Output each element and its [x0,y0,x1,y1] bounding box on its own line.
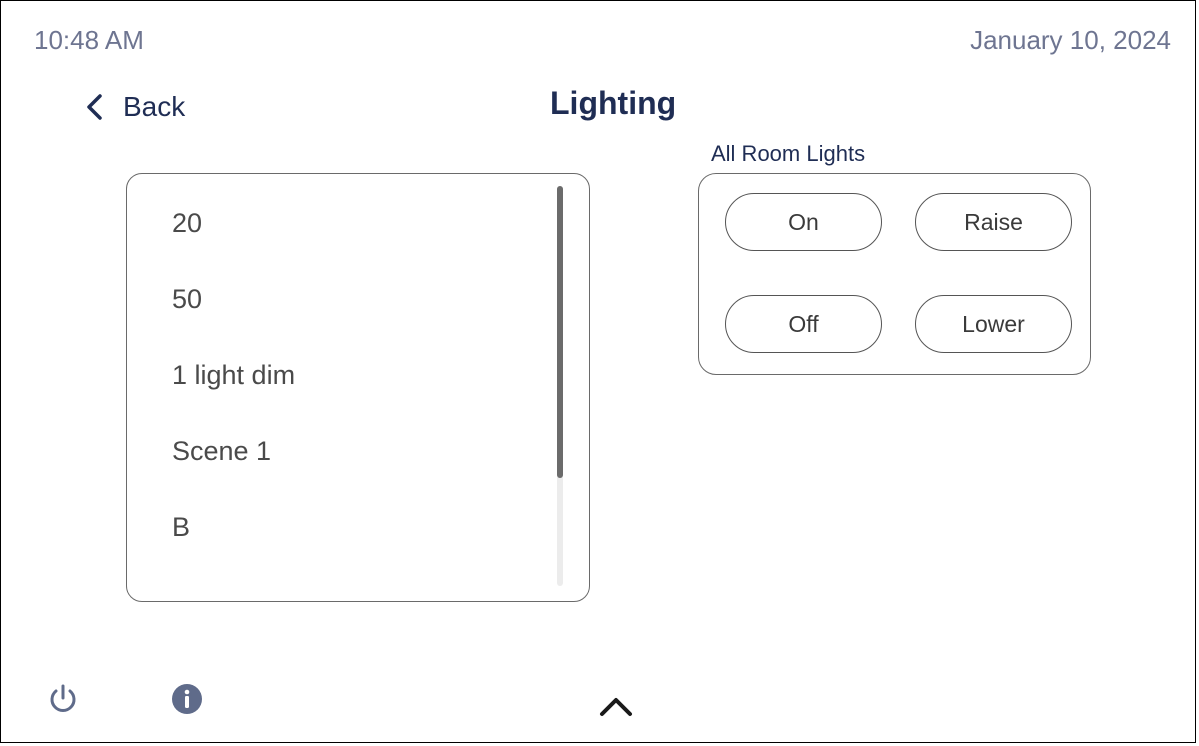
scene-list-item[interactable]: 1 light dim [172,360,295,391]
screen-frame: 10:48 AM January 10, 2024 Back Lighting … [0,0,1196,743]
scrollbar-thumb[interactable] [557,186,563,478]
scene-list-item[interactable]: Scene 1 [172,436,271,467]
info-icon[interactable] [170,682,204,716]
page-title: Lighting [550,85,677,121]
lights-on-button[interactable]: On [725,193,882,251]
lights-off-button[interactable]: Off [725,295,882,353]
scene-list[interactable]: 20 50 1 light dim Scene 1 B [126,173,590,602]
power-icon[interactable] [46,682,80,716]
lights-raise-button[interactable]: Raise [915,193,1072,251]
lights-lower-button[interactable]: Lower [915,295,1072,353]
status-date: January 10, 2024 [970,25,1171,55]
chevron-left-icon [87,94,102,120]
back-button[interactable]: Back [85,87,185,127]
status-time: 10:48 AM [34,25,144,55]
scene-list-item[interactable]: 20 [172,208,202,239]
scrollbar-track[interactable] [557,186,563,586]
scene-list-item[interactable]: B [172,512,190,543]
back-label: Back [123,91,186,122]
all-room-lights-panel: On Raise Off Lower [698,173,1091,375]
scene-list-item[interactable]: 50 [172,284,202,315]
all-room-lights-label: All Room Lights [711,141,866,166]
chevron-up-icon[interactable] [597,693,635,719]
